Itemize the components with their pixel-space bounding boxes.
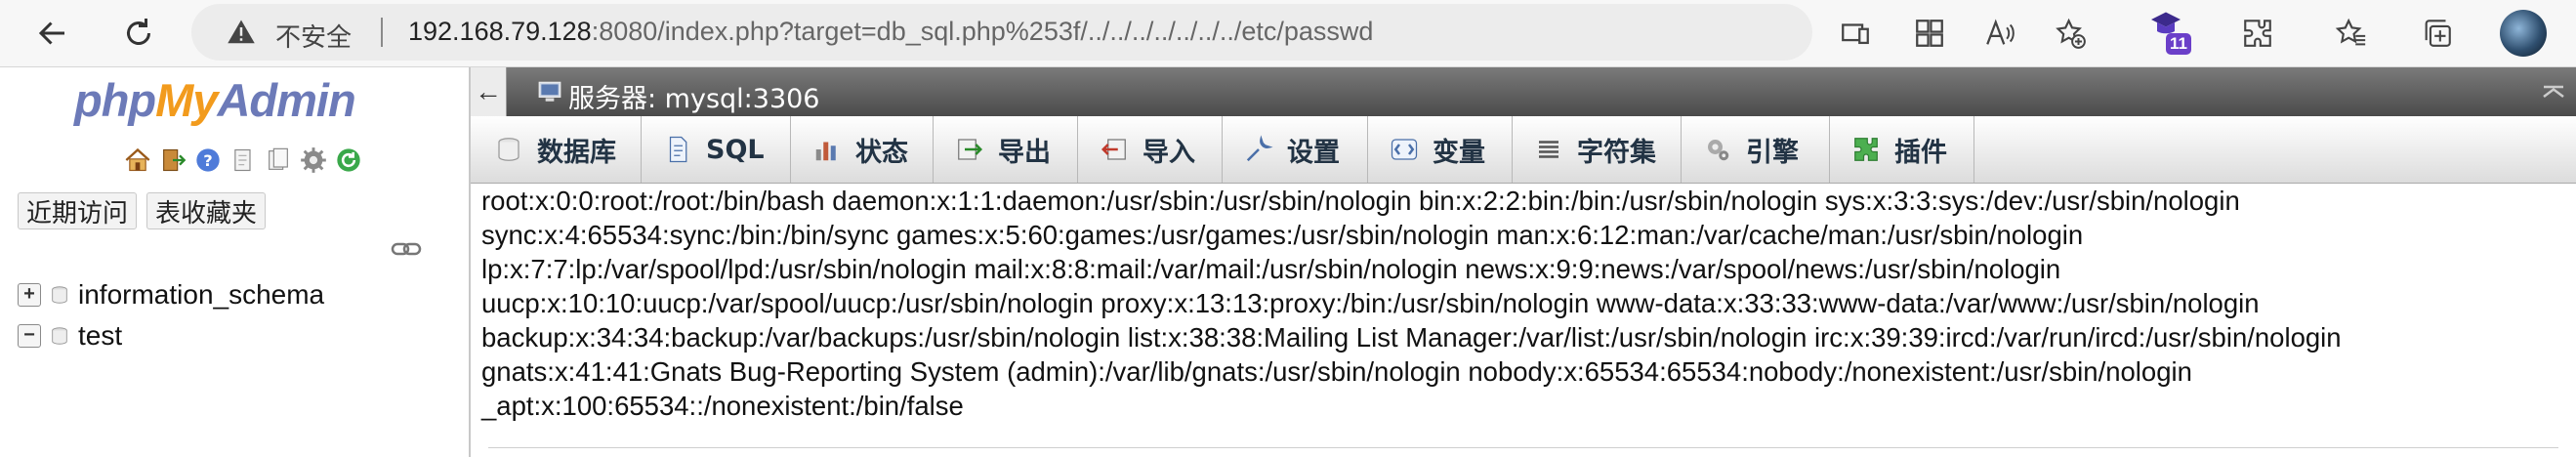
home-icon[interactable] xyxy=(123,145,152,175)
extensions-icon[interactable] xyxy=(2236,12,2279,55)
import-icon xyxy=(1100,135,1129,164)
profile-avatar[interactable] xyxy=(2500,10,2547,57)
database-icon xyxy=(52,327,67,345)
phpmyadmin-logo[interactable]: phpMyAdmin xyxy=(74,73,356,127)
link-icon[interactable] xyxy=(391,239,422,259)
back-icon[interactable] xyxy=(29,10,76,57)
server-icon xyxy=(538,81,561,102)
apps-icon[interactable] xyxy=(1908,12,1951,55)
warning-icon[interactable] xyxy=(227,18,256,47)
url-host: 192.168.79.128 xyxy=(408,17,592,46)
tab-label: 导出 xyxy=(998,137,1051,168)
address-bar[interactable]: 不安全 192.168.79.128:8080/index.php?target… xyxy=(191,4,1812,61)
database-icon xyxy=(52,286,67,304)
read-aloud-icon[interactable] xyxy=(1978,12,2021,55)
output-line: uucp:x:10:10:uucp:/var/spool/uucp:/usr/s… xyxy=(481,288,2260,318)
favorites-icon[interactable] xyxy=(2330,12,2373,55)
tab-sql[interactable]: SQL xyxy=(642,116,791,183)
sql-icon xyxy=(663,135,692,164)
engine-icon xyxy=(1703,135,1732,164)
tab-charset[interactable]: 字符集 xyxy=(1513,116,1682,183)
add-favorite-icon[interactable] xyxy=(2049,12,2092,55)
extension-badge-icon[interactable]: 11 xyxy=(2148,8,2193,55)
tab-label: 设置 xyxy=(1287,137,1340,168)
db-name[interactable]: test xyxy=(78,320,122,352)
security-label[interactable]: 不安全 xyxy=(275,18,352,54)
server-breadcrumb-bar: ← 服务器: mysql:3306 xyxy=(471,67,2576,116)
tab-label: 变量 xyxy=(1433,137,1485,168)
tab-label: 插件 xyxy=(1894,137,1947,168)
quick-links: ? xyxy=(123,145,363,175)
file-content-output: root:x:0:0:root:/root:/bin/bash daemon:x… xyxy=(481,184,2561,423)
reload-icon[interactable] xyxy=(115,10,162,57)
tab-engines[interactable]: 引擎 xyxy=(1682,116,1830,183)
output-line: _apt:x:100:65534::/nonexistent:/bin/fals… xyxy=(481,391,964,421)
tab-label: 引擎 xyxy=(1746,137,1799,168)
docs-icon[interactable] xyxy=(229,145,258,175)
db-name[interactable]: information_schema xyxy=(78,279,324,311)
extension-badge-count: 11 xyxy=(2166,33,2191,55)
charset-icon xyxy=(1534,135,1563,164)
output-line: backup:x:34:34:backup:/var/backups:/usr/… xyxy=(481,322,2342,353)
output-line: sync:x:4:65534:sync:/bin:/bin/sync games… xyxy=(481,220,2084,250)
url-path: :8080/index.php?target=db_sql.php%253f/.… xyxy=(591,17,1374,46)
collections-icon[interactable] xyxy=(2416,12,2459,55)
server-label[interactable]: 服务器: mysql:3306 xyxy=(568,77,819,115)
settings-icon[interactable] xyxy=(299,145,328,175)
db-tree-item-information-schema[interactable]: + information_schema xyxy=(18,278,324,312)
svg-text:?: ? xyxy=(203,151,212,170)
settings-wrench-icon xyxy=(1244,135,1273,164)
tab-export[interactable]: 导出 xyxy=(934,116,1078,183)
tab-label: 字符集 xyxy=(1577,137,1656,168)
collapse-top-menu-icon[interactable] xyxy=(2539,77,2568,106)
status-icon xyxy=(812,135,842,164)
navigation-panel: phpMyAdmin ? 近期访问 表收藏夹 + information_sch… xyxy=(0,67,469,457)
collapse-nav-arrow-icon[interactable]: ← xyxy=(471,67,507,116)
tab-databases[interactable]: 数据库 xyxy=(471,116,642,183)
exit-icon[interactable] xyxy=(158,145,187,175)
output-line: lp:x:7:7:lp:/var/spool/lpd:/usr/sbin/nol… xyxy=(481,254,2061,284)
reload-icon[interactable] xyxy=(334,145,363,175)
tab-plugins[interactable]: 插件 xyxy=(1830,116,1974,183)
output-line: gnats:x:41:41:Gnats Bug-Reporting System… xyxy=(481,356,2192,387)
tab-label: 导入 xyxy=(1143,137,1195,168)
tab-label: 数据库 xyxy=(537,137,616,168)
tab-variables[interactable]: 变量 xyxy=(1368,116,1513,183)
tab-label: SQL xyxy=(706,134,765,165)
address-separator xyxy=(381,18,383,47)
collapse-icon[interactable]: − xyxy=(18,324,41,348)
tab-status[interactable]: 状态 xyxy=(791,116,934,183)
db-tree-item-test[interactable]: − test xyxy=(18,319,122,353)
expand-icon[interactable]: + xyxy=(18,283,41,307)
browser-toolbar: 不安全 192.168.79.128:8080/index.php?target… xyxy=(0,0,2576,67)
url-text[interactable]: 192.168.79.128:8080/index.php?target=db_… xyxy=(408,17,1373,47)
tab-settings[interactable]: 设置 xyxy=(1223,116,1368,183)
variables-icon xyxy=(1390,135,1419,164)
content-divider xyxy=(488,447,2558,448)
export-icon xyxy=(955,135,984,164)
favorite-tables-button[interactable]: 表收藏夹 xyxy=(146,192,267,229)
app-install-icon[interactable] xyxy=(1834,12,1877,55)
docs-icon[interactable] xyxy=(264,145,293,175)
plugin-icon xyxy=(1851,135,1881,164)
help-icon[interactable]: ? xyxy=(193,145,223,175)
output-line: root:x:0:0:root:/root:/bin/bash daemon:x… xyxy=(481,186,2240,216)
database-icon xyxy=(494,135,523,164)
recent-tables-button[interactable]: 近期访问 xyxy=(18,192,138,229)
tab-import[interactable]: 导入 xyxy=(1078,116,1223,183)
tab-label: 状态 xyxy=(855,137,908,168)
